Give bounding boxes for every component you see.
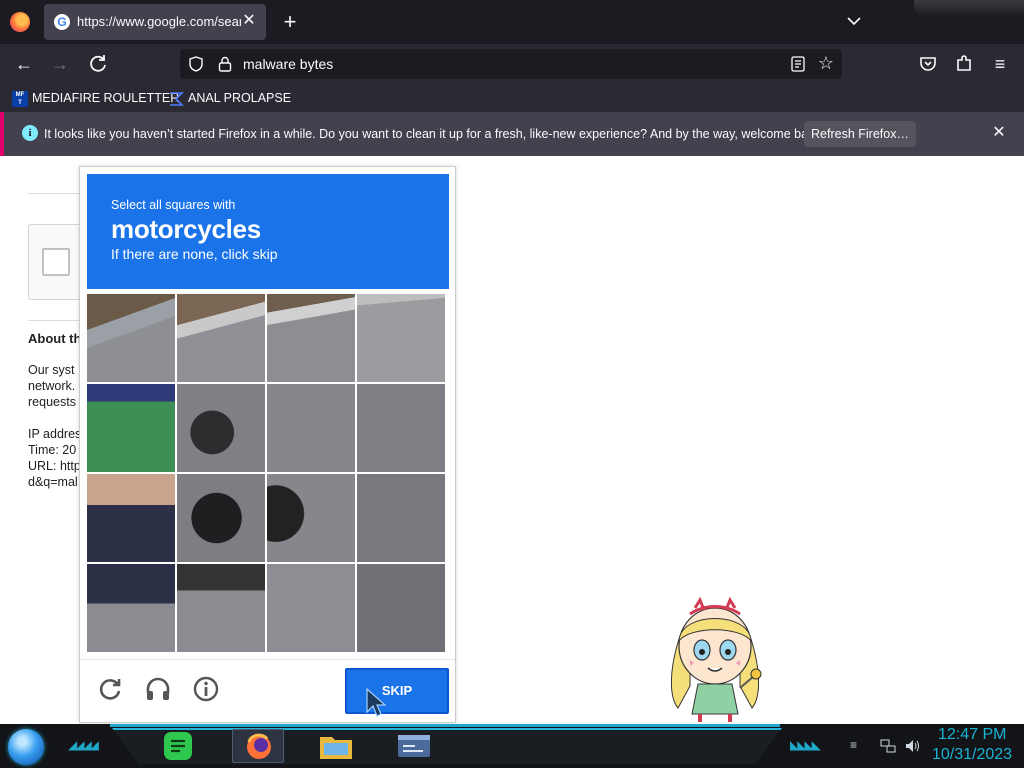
clock-date[interactable]: 10/31/2023 (932, 746, 1012, 764)
skip-button[interactable]: SKIP (345, 668, 449, 714)
image-tile[interactable] (267, 294, 355, 382)
firefox-menu-icon[interactable] (10, 12, 30, 32)
taskbar-app-frame (112, 728, 782, 764)
file-manager-icon[interactable] (310, 729, 362, 763)
image-tile[interactable] (357, 474, 445, 562)
image-tile[interactable] (87, 384, 175, 472)
challenge-header: Select all squares with motorcycles If t… (87, 174, 449, 289)
refresh-firefox-button[interactable]: Refresh Firefox… (804, 121, 916, 147)
image-tile[interactable] (177, 384, 265, 472)
about-heading: About th (28, 331, 82, 346)
taskbar: ◢◢◢◢ ◣◣◣◣ ≡ 12:47 PM 10/31/2023 (0, 724, 1024, 768)
network-icon[interactable] (880, 738, 896, 754)
image-tile[interactable] (87, 564, 175, 652)
taskbar-decoration: ◢◢◢◢ (68, 738, 99, 752)
image-tile[interactable] (357, 384, 445, 472)
close-notification-icon[interactable]: ✕ (990, 124, 1008, 142)
extensions-icon[interactable] (952, 52, 976, 76)
image-tile[interactable] (177, 564, 265, 652)
bookmark-mediafire-rouletter[interactable]: MF T MEDIAFIRE ROULETTER (12, 90, 179, 108)
tray-menu-icon[interactable]: ≡ (850, 738, 866, 754)
clock-time[interactable]: 12:47 PM (938, 726, 1006, 744)
hamburger-menu-icon[interactable]: ≡ (988, 52, 1012, 76)
audio-icon[interactable] (144, 675, 172, 703)
notification-message: It looks like you haven’t started Firefo… (44, 127, 825, 141)
challenge-hint: If there are none, click skip (111, 246, 278, 262)
start-menu-button[interactable] (8, 729, 44, 765)
image-tile[interactable] (267, 474, 355, 562)
url-text[interactable]: malware bytes (243, 56, 333, 72)
challenge-target: motorcycles (111, 214, 261, 244)
image-tile[interactable] (267, 564, 355, 652)
reload-button[interactable] (86, 52, 110, 76)
refresh-firefox-notification: i It looks like you haven’t started Fire… (0, 112, 1024, 156)
window-decoration (914, 0, 1024, 14)
challenge-instruction: Select all squares with (111, 198, 236, 212)
bookmark-label: ANAL PROLAPSE (188, 91, 292, 105)
challenge-footer: SKIP (80, 659, 455, 722)
about-text-line: Our syst (28, 363, 75, 377)
about-text-line: requests (28, 395, 76, 409)
volume-icon[interactable] (904, 738, 920, 754)
info-text-line: URL: http (28, 459, 81, 473)
challenge-image-grid (87, 294, 447, 654)
sigma-icon (170, 91, 184, 106)
bookmark-label: MEDIAFIRE ROULETTER (32, 91, 180, 105)
chevron-down-icon[interactable] (845, 12, 863, 30)
lock-icon[interactable] (218, 56, 232, 72)
image-tile[interactable] (267, 384, 355, 472)
navigation-toolbar: ← → malware bytes ☆ ≡ (0, 44, 1024, 84)
image-tile[interactable] (177, 474, 265, 562)
info-text-line: IP addres (28, 427, 82, 441)
back-button[interactable]: ← (12, 52, 36, 76)
image-tile[interactable] (177, 294, 265, 382)
forward-button[interactable]: → (48, 52, 72, 76)
browser-window-icon[interactable] (388, 729, 440, 763)
cartoon-character-sticker (670, 596, 762, 722)
close-tab-icon[interactable]: ✕ (240, 12, 258, 30)
tab-google-search[interactable]: G https://www.google.com/search ✕ (44, 4, 266, 40)
bookmark-anal-prolapse[interactable]: ANAL PROLAPSE (168, 90, 291, 108)
tab-strip: G https://www.google.com/search ✕ + (0, 0, 1024, 44)
recaptcha-checkbox[interactable] (42, 248, 70, 276)
image-tile[interactable] (87, 294, 175, 382)
image-tile[interactable] (357, 564, 445, 652)
tab-title: https://www.google.com/search (77, 14, 241, 29)
about-text-line: network. (28, 379, 76, 393)
image-tile[interactable] (87, 474, 175, 562)
info-text-line: d&q=mal (28, 475, 78, 489)
bookmarks-toolbar: MF T MEDIAFIRE ROULETTER ANAL PROLAPSE (0, 84, 1024, 112)
address-bar[interactable]: malware bytes ☆ (180, 49, 842, 79)
pocket-icon[interactable] (916, 52, 940, 76)
mediafire-icon: MF T (12, 90, 28, 107)
info-text-line: Time: 20 (28, 443, 77, 457)
tracking-protection-shield-icon[interactable] (188, 56, 204, 72)
reader-view-icon[interactable] (790, 56, 806, 72)
info-icon: i (22, 125, 38, 141)
image-tile[interactable] (357, 294, 445, 382)
bookmark-star-icon[interactable]: ☆ (818, 53, 834, 73)
info-icon[interactable] (192, 675, 220, 703)
google-icon: G (54, 14, 70, 30)
mouse-cursor-icon (366, 688, 386, 717)
reload-icon[interactable] (96, 675, 124, 703)
taskbar-decoration: ◣◣◣◣ (790, 738, 821, 752)
notes-app-icon[interactable] (152, 729, 204, 763)
firefox-icon[interactable] (232, 729, 284, 763)
new-tab-button[interactable]: + (280, 11, 300, 33)
taskbar-accent-line (110, 724, 780, 727)
recaptcha-challenge: Select all squares with motorcycles If t… (79, 166, 456, 723)
